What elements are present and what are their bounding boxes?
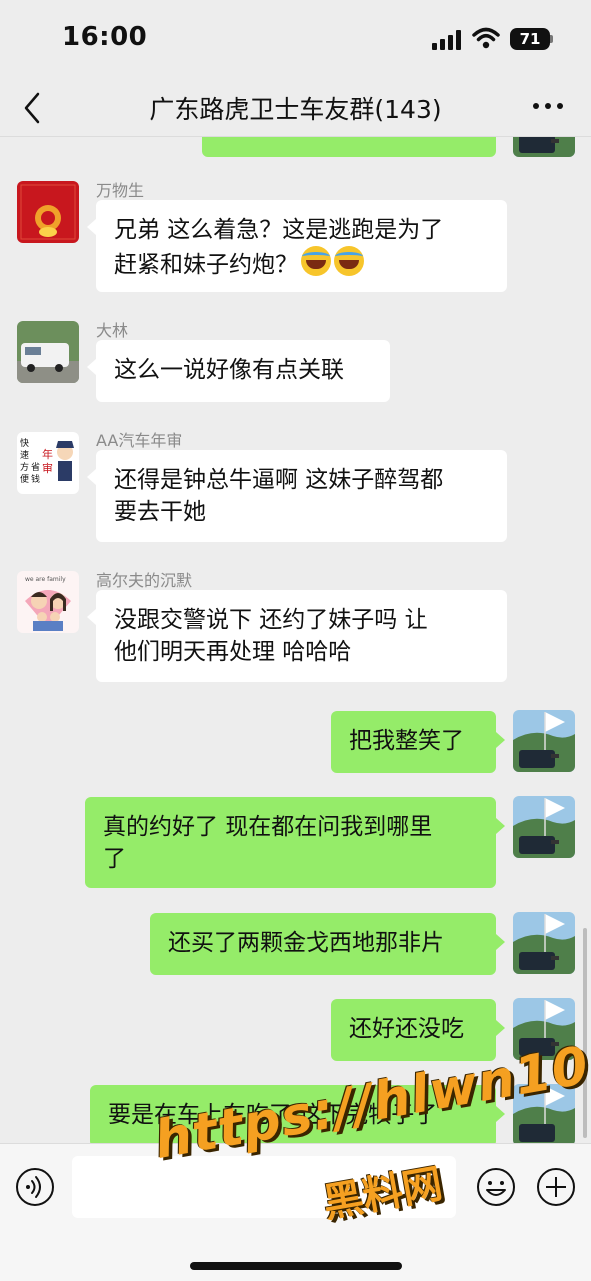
chat-header: 广东路虎卫士车友群(143)	[0, 80, 591, 137]
cellular-signal-icon	[432, 30, 461, 50]
avatar-aa-auto-inspection[interactable]: 快 速 方 便 省 钱 年 审	[17, 432, 79, 494]
avatar-golf-silence[interactable]: we are family	[17, 571, 79, 633]
svg-text:便: 便	[20, 473, 29, 485]
status-time: 16:00	[62, 22, 148, 52]
message-bubble-incoming[interactable]: 没跟交警说下 还约了妹子吗 让 他们明天再处理 哈哈哈	[96, 590, 507, 682]
message-bubble-outgoing[interactable]: 还买了两颗金戈西地那非片	[150, 913, 496, 975]
sender-name: AA汽车年审	[96, 431, 183, 450]
message-bubble-outgoing[interactable]: 真的约好了 现在都在问我到哪里 了	[85, 797, 496, 888]
home-indicator	[190, 1262, 402, 1270]
battery-tip	[550, 35, 553, 43]
svg-text:we are family: we are family	[25, 576, 66, 583]
bubble-tail	[87, 469, 96, 485]
chat-title: 广东路虎卫士车友群(143)	[149, 95, 442, 124]
my-avatar[interactable]	[513, 137, 575, 157]
avatar-wanwusheng[interactable]	[17, 181, 79, 243]
tears-of-joy-emoji-icon	[334, 246, 364, 276]
more-options-icon[interactable]	[528, 94, 568, 118]
sender-name: 高尔夫的沉默	[96, 571, 193, 590]
message-text: 兄弟 这么着急？这是逃跑是为了 赶紧和妹子约炮？	[114, 217, 444, 278]
bubble-tail	[87, 219, 96, 235]
bubble-tail	[496, 732, 505, 748]
bubble-tail	[87, 609, 96, 625]
bubble-tail	[87, 359, 96, 375]
my-avatar[interactable]	[513, 710, 575, 772]
plus-icon[interactable]	[536, 1167, 576, 1207]
avatar-dalin[interactable]	[17, 321, 79, 383]
message-bubble-outgoing[interactable]: 还好还没吃	[331, 999, 496, 1061]
sender-name: 万物生	[96, 181, 145, 200]
tears-of-joy-emoji-icon	[301, 246, 331, 276]
svg-text:方: 方	[20, 461, 29, 473]
battery-indicator: 71	[510, 28, 550, 50]
message-bubble-outgoing[interactable]	[202, 137, 496, 157]
emoji-icon[interactable]	[476, 1167, 516, 1207]
svg-text:年: 年	[42, 447, 53, 461]
svg-text:省: 省	[31, 461, 40, 473]
message-bubble-incoming[interactable]: 还得是钟总牛逼啊 这妹子醉驾都 要去干她	[96, 450, 507, 542]
message-bubble-outgoing[interactable]: 把我整笑了	[331, 711, 496, 773]
sender-name: 大林	[96, 321, 129, 340]
message-bubble-incoming[interactable]: 兄弟 这么着急？这是逃跑是为了 赶紧和妹子约炮？	[96, 200, 507, 292]
message-bubble-incoming[interactable]: 这么一说好像有点关联	[96, 340, 390, 402]
bubble-tail	[496, 1020, 505, 1036]
message-list[interactable]: 万物生 兄弟 这么着急？这是逃跑是为了 赶紧和妹子约炮？ 大林 这么一说好像有点…	[0, 137, 591, 1143]
svg-text:审: 审	[42, 461, 53, 475]
input-toolbar	[0, 1143, 591, 1281]
bubble-tail	[496, 818, 505, 834]
bubble-tail	[496, 934, 505, 950]
my-avatar[interactable]	[513, 912, 575, 974]
status-bar: 16:00 71	[0, 0, 591, 80]
svg-text:速: 速	[20, 450, 29, 461]
svg-text:钱: 钱	[31, 473, 40, 485]
my-avatar[interactable]	[513, 796, 575, 858]
svg-text:快: 快	[20, 437, 29, 449]
scrollbar[interactable]	[583, 928, 587, 1138]
wifi-icon	[472, 27, 500, 49]
voice-input-icon[interactable]	[15, 1167, 55, 1207]
